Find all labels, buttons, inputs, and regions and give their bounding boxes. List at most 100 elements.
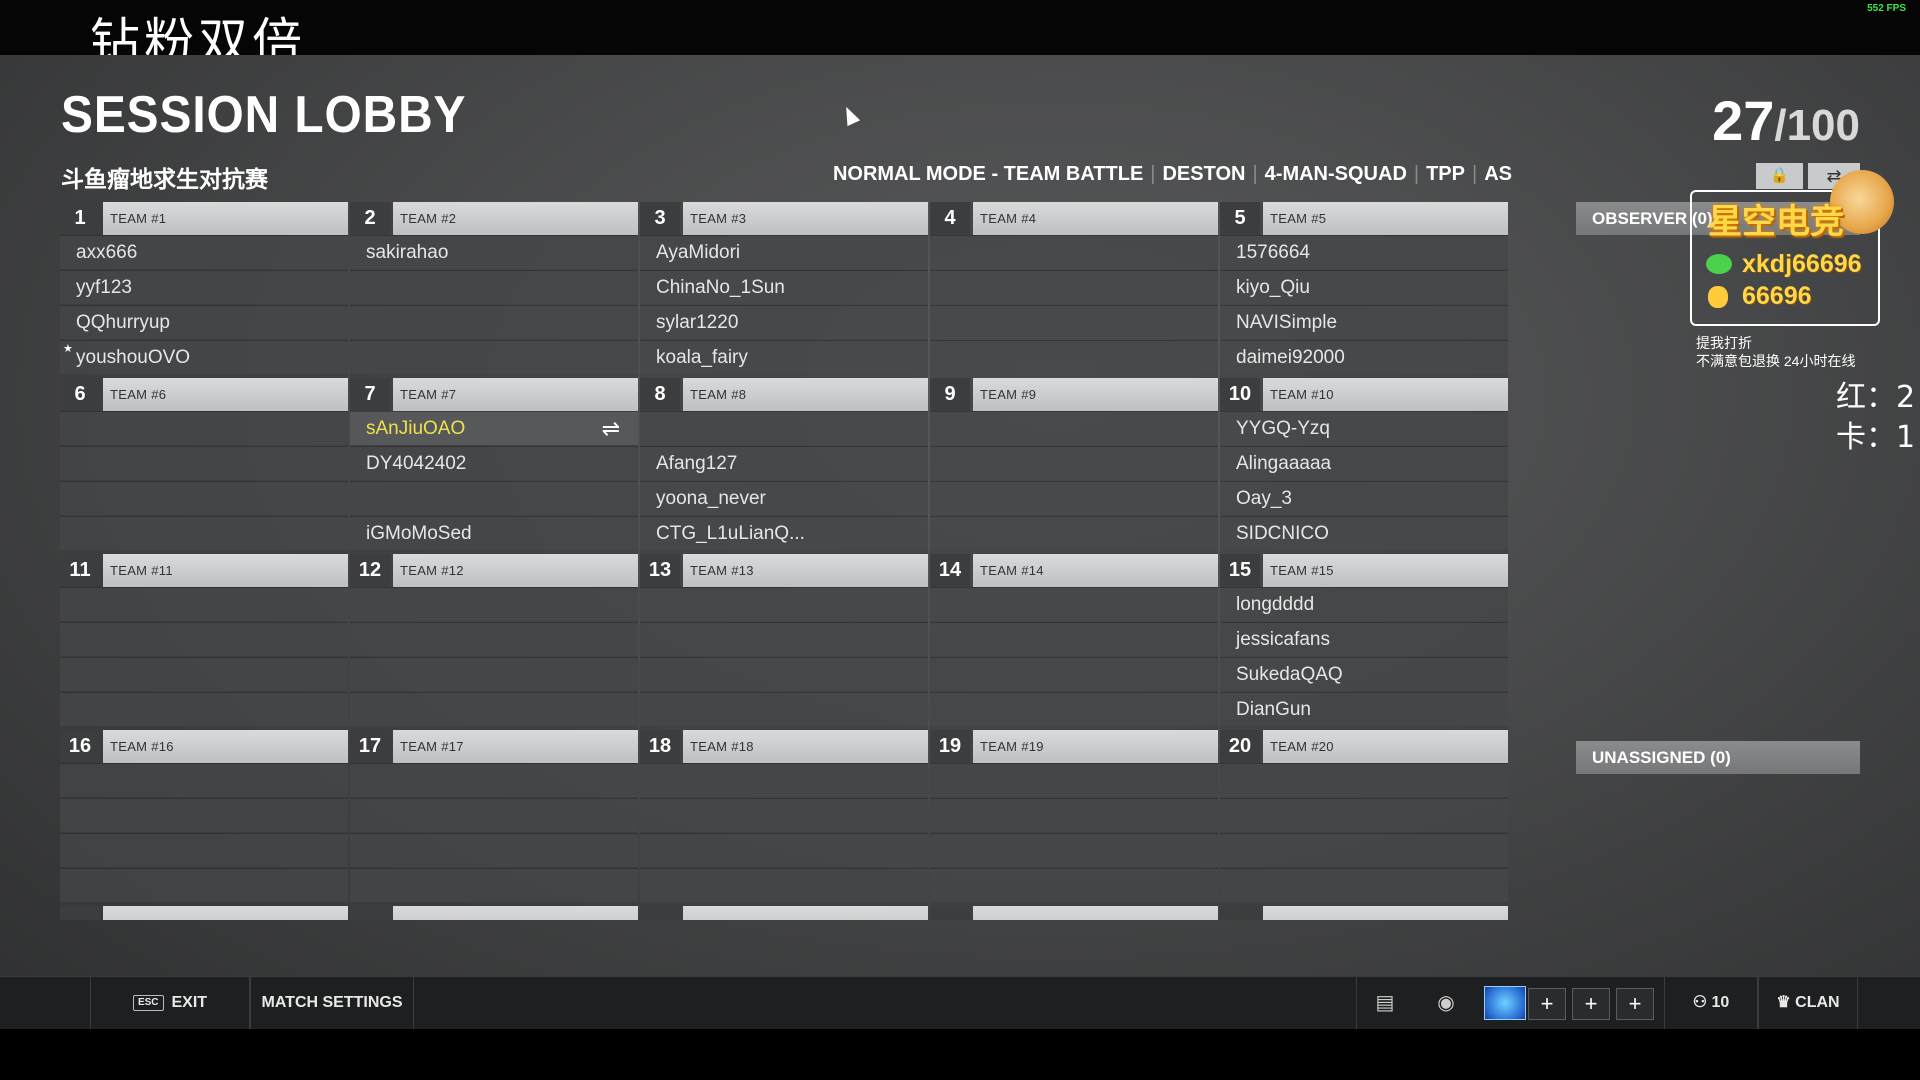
player-slot[interactable] [930, 657, 1218, 691]
player-slot[interactable] [60, 446, 348, 480]
invite-slot-2-button[interactable]: + [1572, 988, 1610, 1020]
player-slot[interactable] [350, 868, 638, 902]
exit-button[interactable]: ESC EXIT [90, 977, 250, 1029]
player-slot[interactable] [60, 657, 348, 691]
player-slot[interactable]: daimei92000 [1220, 340, 1508, 374]
player-slot[interactable] [640, 692, 928, 726]
player-slot[interactable]: Alingaaaaa [1220, 446, 1508, 480]
team-header[interactable]: 13 TEAM #13 [640, 554, 928, 587]
player-slot[interactable] [930, 833, 1218, 867]
player-slot[interactable]: sakirahao [350, 235, 638, 269]
team-header[interactable]: 4 TEAM #4 [930, 202, 1218, 235]
friends-button[interactable]: ⚇ 10 [1664, 977, 1758, 1029]
player-slot[interactable]: sAnJiuOAO ⇌ [350, 411, 638, 445]
player-slot[interactable] [60, 798, 348, 832]
team-header[interactable] [60, 906, 348, 920]
player-slot[interactable] [60, 833, 348, 867]
player-slot[interactable]: SIDCNICO [1220, 516, 1508, 550]
player-slot[interactable] [60, 692, 348, 726]
player-avatar[interactable] [1484, 986, 1526, 1020]
player-slot[interactable] [640, 411, 928, 445]
player-slot[interactable] [60, 622, 348, 656]
player-slot[interactable]: Afang127 [640, 446, 928, 480]
player-slot[interactable] [1220, 868, 1508, 902]
team-header[interactable]: 20 TEAM #20 [1220, 730, 1508, 763]
player-slot[interactable]: CTG_L1uLianQ... [640, 516, 928, 550]
player-slot[interactable] [60, 411, 348, 445]
player-slot[interactable] [930, 692, 1218, 726]
player-slot[interactable]: AyaMidori [640, 235, 928, 269]
player-slot[interactable] [350, 622, 638, 656]
team-header[interactable]: 1 TEAM #1 [60, 202, 348, 235]
team-header[interactable]: 17 TEAM #17 [350, 730, 638, 763]
player-slot[interactable] [1220, 833, 1508, 867]
player-slot[interactable]: kiyo_Qiu [1220, 270, 1508, 304]
match-settings-button[interactable]: MATCH SETTINGS [250, 977, 414, 1029]
player-slot[interactable] [640, 798, 928, 832]
player-slot[interactable]: NAVISimple [1220, 305, 1508, 339]
player-slot[interactable] [640, 868, 928, 902]
player-slot[interactable]: yyf123 [60, 270, 348, 304]
player-slot[interactable] [350, 798, 638, 832]
player-slot[interactable] [930, 235, 1218, 269]
player-slot[interactable] [640, 763, 928, 797]
player-slot[interactable] [60, 516, 348, 550]
player-slot[interactable] [350, 587, 638, 621]
player-slot[interactable] [60, 587, 348, 621]
player-slot[interactable] [60, 481, 348, 515]
team-header[interactable]: 14 TEAM #14 [930, 554, 1218, 587]
player-slot[interactable] [930, 340, 1218, 374]
player-slot[interactable] [640, 622, 928, 656]
team-header[interactable]: 6 TEAM #6 [60, 378, 348, 411]
unassigned-slot[interactable]: UNASSIGNED (0) [1576, 741, 1860, 774]
player-slot[interactable] [930, 516, 1218, 550]
invite-slot-3-button[interactable]: + [1616, 988, 1654, 1020]
team-header[interactable]: 8 TEAM #8 [640, 378, 928, 411]
team-header[interactable]: 11 TEAM #11 [60, 554, 348, 587]
chat-icon[interactable]: ▤ [1356, 977, 1413, 1029]
player-slot[interactable] [930, 622, 1218, 656]
player-slot[interactable] [350, 481, 638, 515]
player-slot[interactable] [930, 587, 1218, 621]
player-slot[interactable] [930, 446, 1218, 480]
player-slot[interactable]: koala_fairy [640, 340, 928, 374]
badge-icon[interactable]: ◉ [1418, 977, 1474, 1029]
team-header[interactable]: 19 TEAM #19 [930, 730, 1218, 763]
player-slot[interactable] [350, 340, 638, 374]
lock-button[interactable]: 🔒 [1756, 163, 1803, 189]
team-header[interactable]: 5 TEAM #5 [1220, 202, 1508, 235]
player-slot[interactable]: SukedaQAQ [1220, 657, 1508, 691]
player-slot[interactable] [350, 763, 638, 797]
player-slot[interactable]: DianGun [1220, 692, 1508, 726]
swap-icon[interactable]: ⇌ [602, 412, 620, 446]
player-slot[interactable]: Oay_3 [1220, 481, 1508, 515]
player-slot[interactable]: yoona_never [640, 481, 928, 515]
player-slot[interactable] [930, 305, 1218, 339]
team-header[interactable] [350, 906, 638, 920]
player-slot[interactable] [350, 305, 638, 339]
team-header[interactable]: 2 TEAM #2 [350, 202, 638, 235]
player-slot[interactable]: longdddd [1220, 587, 1508, 621]
player-slot[interactable]: axx666 [60, 235, 348, 269]
clan-button[interactable]: ♛ CLAN [1758, 977, 1858, 1029]
team-header[interactable]: 3 TEAM #3 [640, 202, 928, 235]
player-slot[interactable] [640, 833, 928, 867]
player-slot[interactable] [1220, 763, 1508, 797]
player-slot[interactable]: QQhurryup [60, 305, 348, 339]
player-slot[interactable] [350, 833, 638, 867]
player-slot[interactable] [640, 587, 928, 621]
player-slot[interactable] [60, 763, 348, 797]
team-header[interactable]: 7 TEAM #7 [350, 378, 638, 411]
team-header[interactable]: 10 TEAM #10 [1220, 378, 1508, 411]
player-slot[interactable] [930, 411, 1218, 445]
player-slot[interactable] [640, 657, 928, 691]
team-header[interactable]: 16 TEAM #16 [60, 730, 348, 763]
player-slot[interactable]: youshouOVO ★ [60, 340, 348, 374]
player-slot[interactable] [930, 270, 1218, 304]
player-slot[interactable] [350, 692, 638, 726]
player-slot[interactable]: iGMoMoSed [350, 516, 638, 550]
player-slot[interactable] [930, 798, 1218, 832]
team-header[interactable]: 18 TEAM #18 [640, 730, 928, 763]
team-header[interactable] [640, 906, 928, 920]
team-header[interactable]: 15 TEAM #15 [1220, 554, 1508, 587]
